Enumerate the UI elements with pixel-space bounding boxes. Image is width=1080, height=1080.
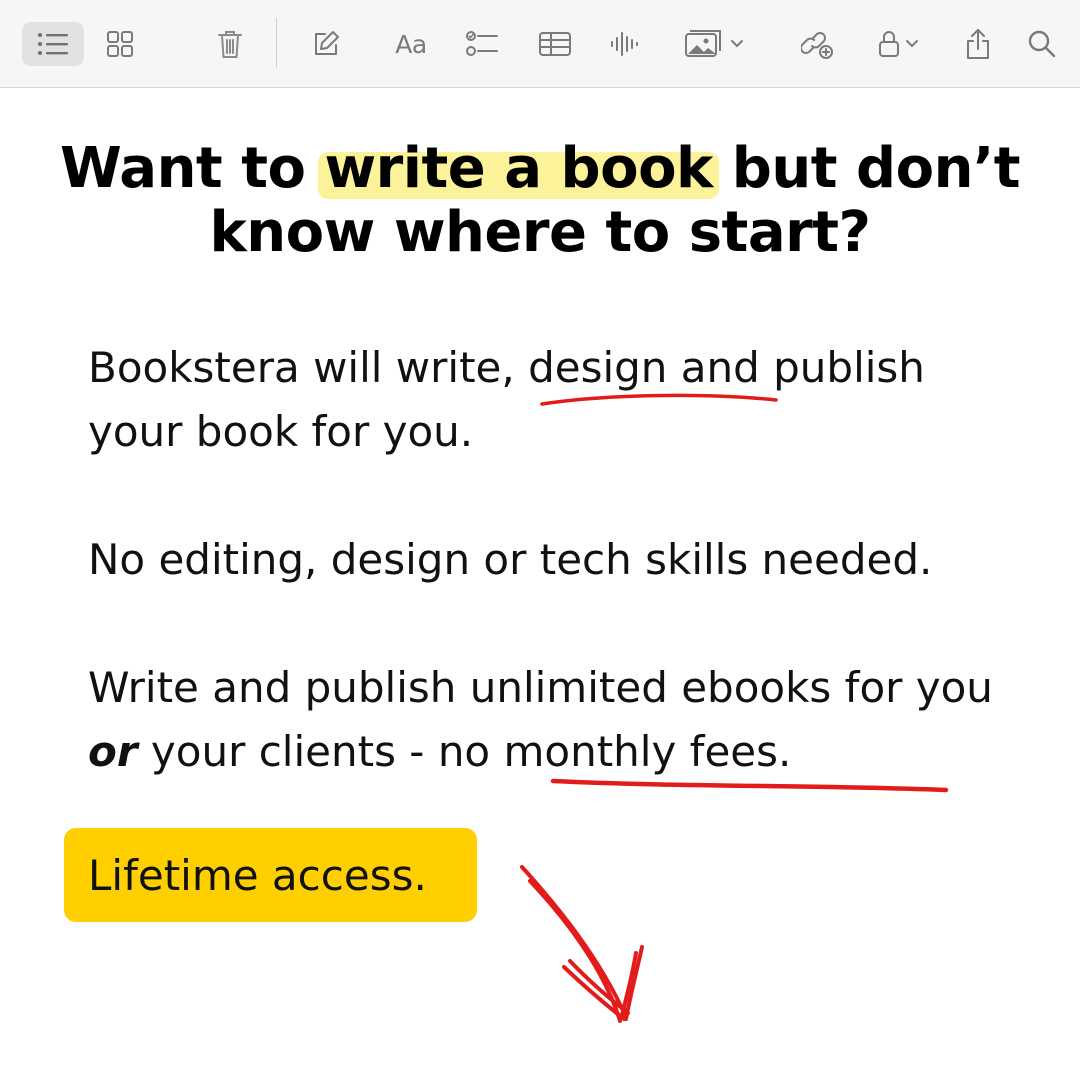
underlined-design-and: design and	[528, 343, 760, 392]
headline-highlighted-text: write a book	[324, 136, 713, 201]
lifetime-access-label: Lifetime access.	[88, 850, 427, 900]
compose-icon	[315, 31, 339, 55]
emphasis-or: or	[88, 727, 138, 776]
red-arrow-icon	[520, 865, 644, 1023]
lock-icon	[879, 31, 899, 57]
note-headline: Want to write a book but don’t know wher…	[0, 137, 1080, 265]
trash-icon	[218, 31, 242, 58]
table-button[interactable]	[534, 22, 576, 66]
headline-prefix: Want to	[60, 136, 325, 201]
table-icon	[539, 32, 571, 56]
media-button[interactable]	[678, 22, 750, 66]
chevron-down-icon	[906, 40, 918, 48]
search-icon	[1028, 30, 1056, 58]
delete-button[interactable]	[210, 22, 250, 66]
share-icon	[967, 29, 989, 59]
waveform-icon	[611, 32, 638, 56]
note-body[interactable]: Want to write a book but don’t know wher…	[0, 89, 1080, 1080]
lifetime-access-badge[interactable]: Lifetime access.	[64, 828, 477, 922]
toolbar-divider	[276, 18, 277, 68]
share-button[interactable]	[958, 22, 998, 66]
format-aa-icon: Aa	[395, 29, 427, 59]
audio-button[interactable]	[604, 22, 644, 66]
lock-button[interactable]	[870, 22, 926, 66]
paragraph-services: Bookstera will write, design and publish…	[88, 336, 1008, 464]
paragraph-services-prefix: Bookstera will write,	[88, 343, 529, 392]
photo-icon	[685, 30, 721, 57]
checklist-button[interactable]	[462, 22, 502, 66]
list-view-button[interactable]	[22, 22, 84, 66]
gallery-view-icon	[107, 31, 133, 57]
notes-toolbar: Aa	[0, 0, 1080, 88]
format-button[interactable]: Aa	[388, 22, 434, 66]
collaborate-button[interactable]	[798, 22, 838, 66]
collaborate-link-icon	[801, 32, 833, 59]
checklist-icon	[466, 31, 498, 56]
paragraph-no-skills: No editing, design or tech skills needed…	[88, 535, 933, 584]
gallery-view-button[interactable]	[100, 22, 140, 66]
search-button[interactable]	[1022, 22, 1062, 66]
paragraph-unlimited-mid: your clients -	[137, 727, 438, 776]
chevron-down-icon	[731, 40, 743, 48]
underlined-no-monthly-fees: no monthly fees.	[437, 727, 792, 776]
headline-suffix: but don’t	[712, 136, 1021, 201]
new-note-button[interactable]	[306, 22, 346, 66]
headline-line-two: know where to start?	[209, 200, 872, 265]
paragraph-unlimited-prefix: Write and publish unlimited ebooks for y…	[88, 663, 993, 712]
list-view-icon	[38, 33, 68, 55]
paragraph-unlimited: Write and publish unlimited ebooks for y…	[88, 656, 1008, 784]
